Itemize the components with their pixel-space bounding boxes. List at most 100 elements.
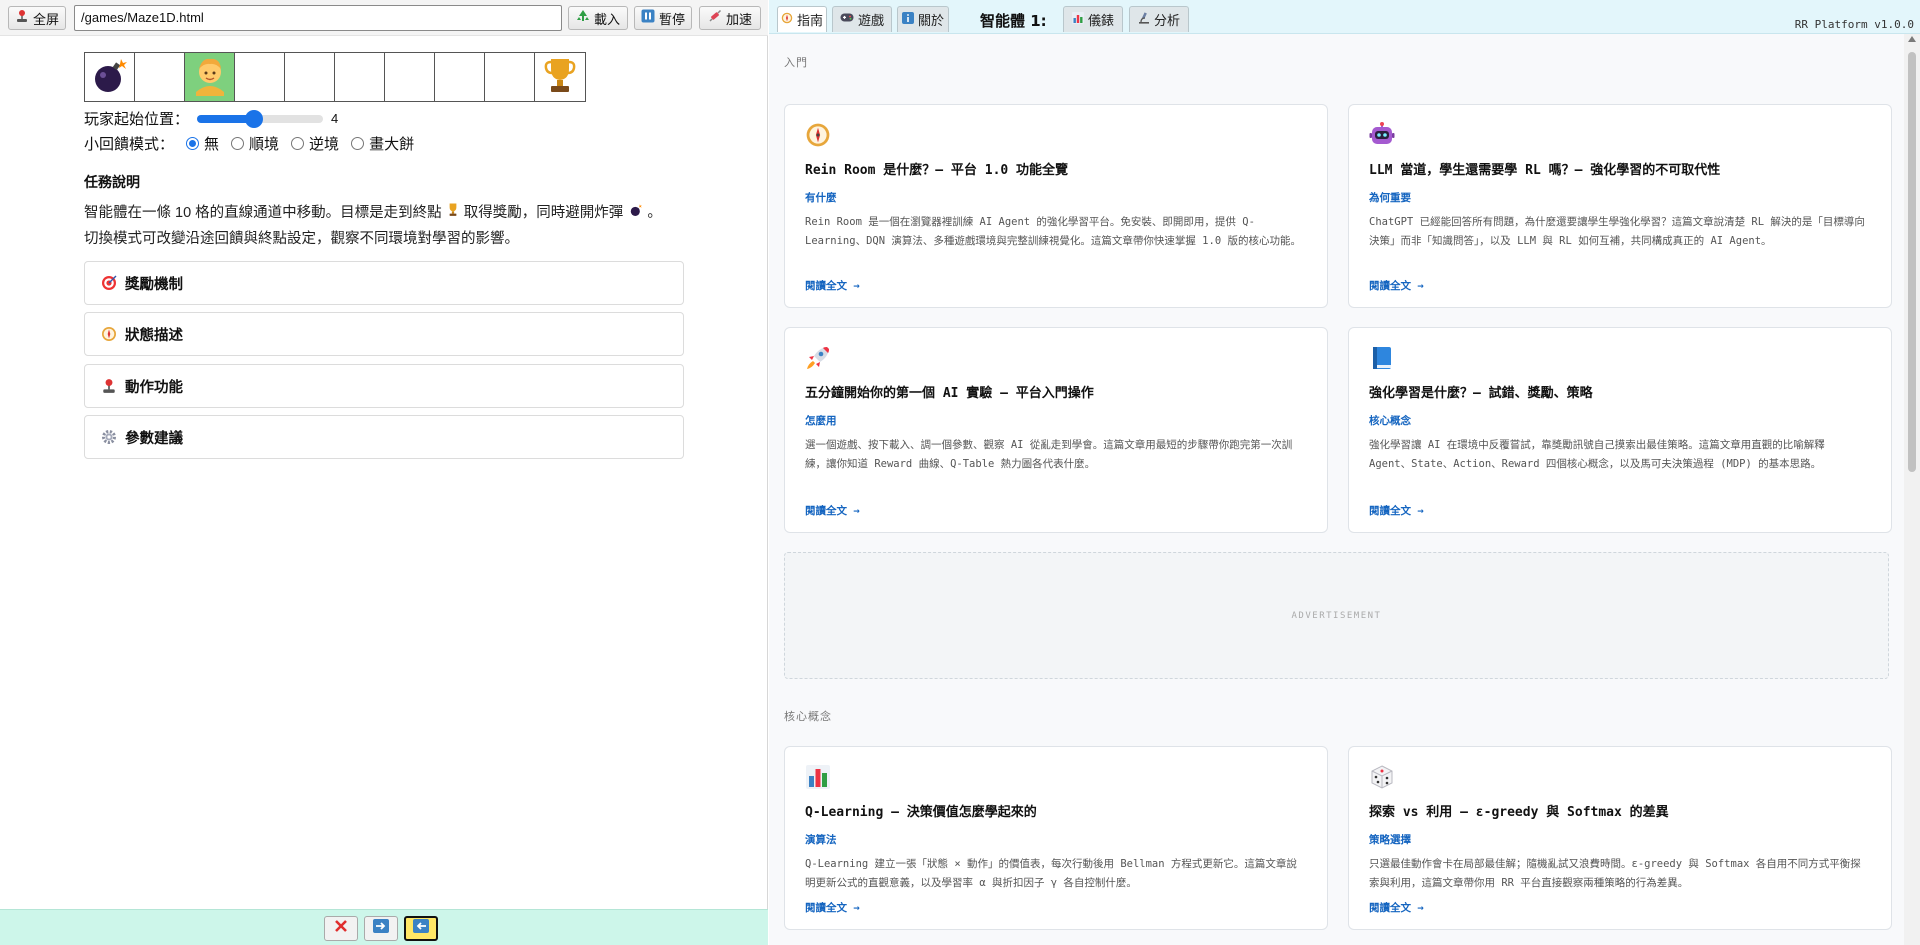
compass-icon	[805, 121, 1307, 149]
advertisement-slot: ADVERTISEMENT	[784, 552, 1889, 679]
tab-guide[interactable]: 指南	[777, 6, 827, 32]
maze-cell	[135, 53, 185, 101]
book-icon	[1369, 344, 1871, 372]
article-card[interactable]: LLM 當道，學生還需要學 RL 嗎？— 強化學習的不可取代性 為何重要 Cha…	[1348, 104, 1892, 308]
article-tag: 怎麼用	[805, 415, 837, 427]
article-tag: 策略選擇	[1369, 834, 1411, 846]
section-heading-intro: 入門	[784, 56, 808, 69]
mode-radio-adverse[interactable]	[291, 137, 305, 150]
article-card[interactable]: Q-Learning — 決策價值怎麼學起來的 演算法 Q-Learning 建…	[784, 746, 1328, 930]
article-tag: 演算法	[805, 834, 837, 846]
scrollbar[interactable]	[1904, 34, 1920, 945]
pause-button[interactable]: 暫停	[634, 6, 692, 30]
target-icon	[101, 275, 117, 291]
slider-knob[interactable]	[244, 109, 263, 128]
mode-row: 小回饋模式： 無 順境 逆境 畫大餅	[84, 133, 414, 154]
accordion-reward[interactable]: 獎勵機制	[84, 261, 684, 305]
article-title: Q-Learning — 決策價值怎麼學起來的	[805, 805, 1037, 820]
dice-icon	[1369, 763, 1871, 791]
guide-scroll-area: 入門 Rein Room 是什麼？— 平台 1.0 功能全覽 有什麼 Rein …	[769, 34, 1904, 945]
gamepad-icon	[840, 12, 854, 27]
maze-cell-player	[185, 53, 235, 101]
article-tag: 有什麼	[805, 192, 837, 204]
article-summary: 強化學習讓 AI 在環境中反覆嘗試，靠獎勵訊號自己摸索出最佳策略。這篇文章用直觀…	[1369, 439, 1825, 470]
start-position-value: 4	[331, 111, 339, 126]
article-summary: Q-Learning 建立一張「狀態 × 動作」的價值表，每次行動後用 Bell…	[805, 858, 1297, 889]
guide-pane: 指南 遊戲 關於 智能體 1: 儀錶 分析 RR Platform v1.0.0	[769, 0, 1920, 945]
read-more-link[interactable]: 閱讀全文 →	[805, 900, 860, 915]
microscope-icon	[1138, 11, 1150, 28]
article-title: 強化學習是什麼？— 試錯、獎勵、策略	[1369, 386, 1593, 401]
left-arrow-icon	[413, 919, 429, 938]
compass-icon	[781, 12, 793, 28]
game-pane: 全屏 /games/Maze1D.html 載入 暫停 加速 玩家起始位置： 4…	[0, 0, 768, 945]
accordion-action[interactable]: 動作功能	[84, 364, 684, 408]
bar-chart-icon	[1071, 11, 1084, 28]
tab-analysis[interactable]: 分析	[1129, 6, 1189, 32]
speed-button[interactable]: 加速	[699, 6, 761, 30]
joystick-icon	[15, 9, 29, 27]
maze-cell	[335, 53, 385, 101]
article-card[interactable]: 探索 vs 利用 — ε-greedy 與 Softmax 的差異 策略選擇 只…	[1348, 746, 1892, 930]
scroll-up-icon[interactable]	[1908, 36, 1916, 42]
tab-about[interactable]: 關於	[897, 6, 949, 32]
left-step-button[interactable]	[404, 916, 438, 941]
gear-icon	[101, 429, 117, 445]
pause-icon	[641, 9, 655, 27]
mode-radio-none[interactable]	[186, 137, 200, 150]
task-description: 智能體在一條 10 格的直線通道中移動。目標是走到終點 取得獎勵，同時避開炸彈 …	[84, 200, 666, 252]
game-toolbar: 全屏 /games/Maze1D.html 載入 暫停 加速	[0, 0, 768, 36]
read-more-link[interactable]: 閱讀全文 →	[805, 503, 860, 518]
tab-games[interactable]: 遊戲	[832, 6, 892, 32]
maze-cell	[485, 53, 535, 101]
read-more-link[interactable]: 閱讀全文 →	[805, 278, 860, 293]
recycle-icon	[576, 9, 590, 27]
read-more-link[interactable]: 閱讀全文 →	[1369, 503, 1424, 518]
article-title: 五分鐘開始你的第一個 AI 實驗 — 平台入門操作	[805, 386, 1094, 401]
bomb-icon	[90, 55, 130, 100]
mode-radio-pie[interactable]	[351, 137, 365, 150]
article-card[interactable]: Rein Room 是什麼？— 平台 1.0 功能全覽 有什麼 Rein Roo…	[784, 104, 1328, 308]
rocket-icon	[805, 344, 1307, 372]
stop-button[interactable]	[324, 916, 358, 941]
robot-icon	[1369, 121, 1871, 149]
article-title: LLM 當道，學生還需要學 RL 嗎？— 強化學習的不可取代性	[1369, 163, 1721, 178]
maze-cell	[235, 53, 285, 101]
mode-radio-favorable[interactable]	[231, 137, 245, 150]
article-card[interactable]: 強化學習是什麼？— 試錯、獎勵、策略 核心概念 強化學習讓 AI 在環境中反覆嘗…	[1348, 327, 1892, 533]
bomb-icon	[629, 200, 643, 226]
article-summary: ChatGPT 已經能回答所有問題，為什麼還要讓學生學強化學習？這篇文章說清楚 …	[1369, 216, 1865, 247]
url-input[interactable]: /games/Maze1D.html	[74, 5, 562, 31]
start-position-label: 玩家起始位置：	[84, 111, 190, 128]
maze-cell	[435, 53, 485, 101]
compass-icon	[101, 326, 117, 342]
syringe-icon	[708, 9, 722, 27]
start-position-slider[interactable]	[197, 109, 324, 128]
close-icon	[334, 919, 348, 938]
read-more-link[interactable]: 閱讀全文 →	[1369, 278, 1424, 293]
read-more-link[interactable]: 閱讀全文 →	[1369, 900, 1424, 915]
article-summary: Rein Room 是一個在瀏覽器裡訓練 AI Agent 的強化學習平台。免安…	[805, 216, 1301, 247]
mode-option-label: 畫大餅	[369, 136, 415, 153]
info-icon	[901, 11, 914, 28]
accordion-state[interactable]: 狀態描述	[84, 312, 684, 356]
trophy-icon	[543, 55, 577, 100]
load-button[interactable]: 載入	[568, 6, 628, 30]
joystick-icon	[101, 378, 117, 394]
maze-cell	[385, 53, 435, 101]
player-icon	[190, 54, 230, 101]
tab-dashboard[interactable]: 儀錶	[1063, 6, 1123, 32]
mode-option-label: 逆境	[309, 136, 340, 153]
bar-chart-icon	[805, 763, 1307, 791]
right-step-button[interactable]	[364, 916, 398, 941]
scrollbar-thumb[interactable]	[1908, 52, 1916, 472]
accordion-params[interactable]: 參數建議	[84, 415, 684, 459]
maze-grid	[84, 52, 586, 102]
control-bar	[0, 909, 768, 945]
fullscreen-button[interactable]: 全屏	[8, 6, 66, 30]
article-card[interactable]: 五分鐘開始你的第一個 AI 實驗 — 平台入門操作 怎麼用 選一個遊戲、按下載入…	[784, 327, 1328, 533]
maze-cell-goal	[535, 53, 585, 101]
article-title: Rein Room 是什麼？— 平台 1.0 功能全覽	[805, 163, 1069, 178]
article-title: 探索 vs 利用 — ε-greedy 與 Softmax 的差異	[1369, 805, 1669, 820]
tab-bar: 指南 遊戲 關於 智能體 1: 儀錶 分析 RR Platform v1.0.0	[769, 0, 1920, 34]
